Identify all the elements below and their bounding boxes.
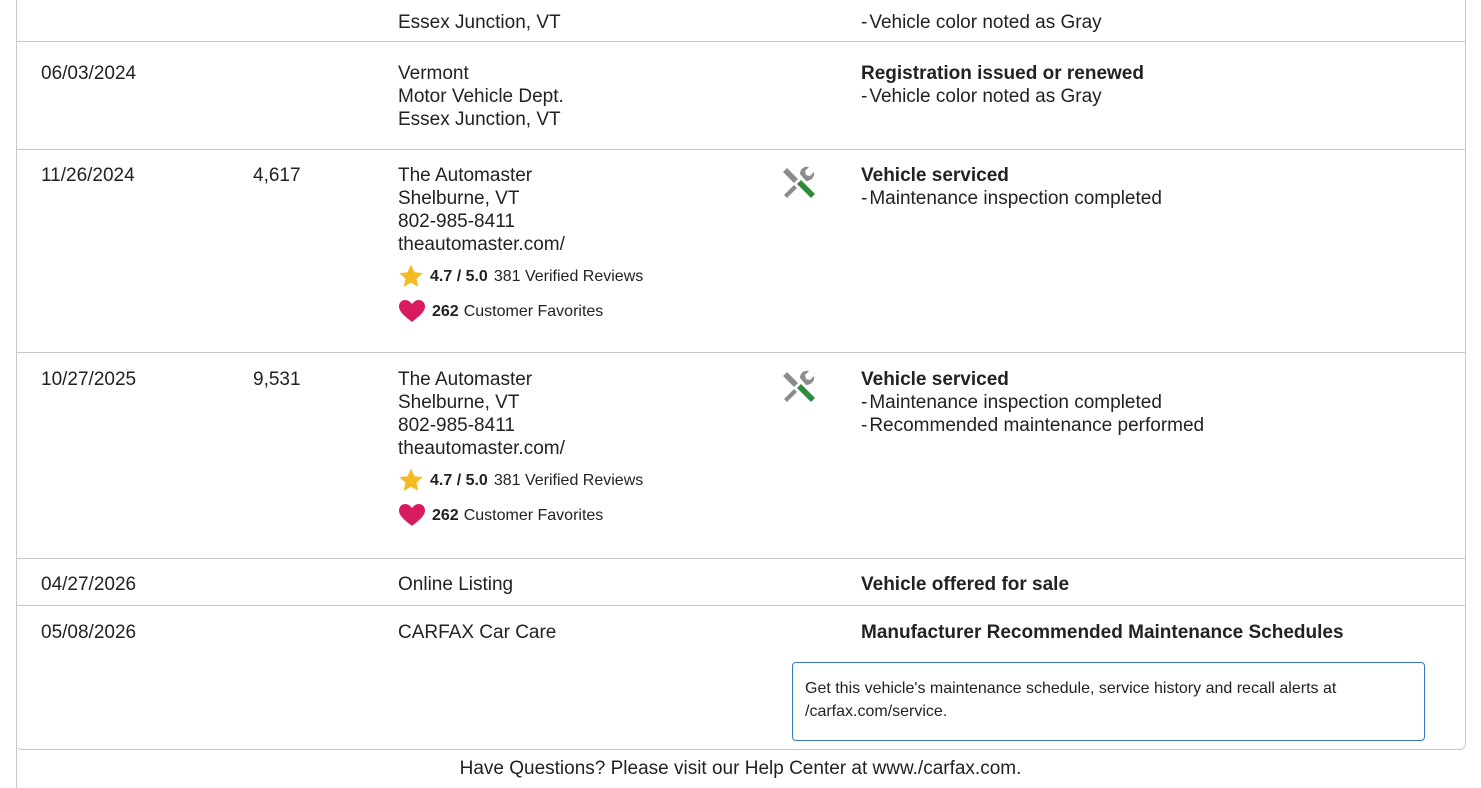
comments-cell: Registration issued or renewed - Vehicle … [861,62,1451,108]
shop-favorites[interactable]: 262 Customer Favorites [398,503,758,527]
comments-cell: Vehicle serviced - Maintenance inspection… [861,164,1451,210]
shop-website[interactable]: theautomaster.com/ [398,437,758,460]
shop-website[interactable]: theautomaster.com/ [398,233,758,256]
source-line: CARFAX Car Care [398,622,557,643]
bullet-dash: - [861,12,868,33]
car-care-text: Get this vehicle's maintenance schedule,… [805,680,1337,720]
rating-score: 4.7 / 5.0 [430,471,488,489]
bullet-dash: - [861,86,868,107]
comments-cell: Vehicle serviced - Maintenance inspection… [861,368,1451,437]
source-line: Motor Vehicle Dept. [398,86,564,107]
source-cell: The Automaster Shelburne, VT 802-985-841… [398,164,758,323]
source-cell: Online Listing [398,573,758,596]
source-cell: Vermont Motor Vehicle Dept. Essex Juncti… [398,62,758,131]
shop-location: Shelburne, VT [398,392,520,413]
shop-phone[interactable]: 802-985-8411 [398,414,758,437]
favorites-count: 262 [432,506,459,524]
source-cell: Essex Junction, VT [398,11,758,34]
bullet-text: Maintenance inspection completed [869,188,1162,209]
shop-rating[interactable]: 4.7 / 5.0 381 Verified Reviews [398,264,758,288]
favorites-label: Customer Favorites [463,506,604,524]
shop-name[interactable]: The Automaster [398,164,758,187]
history-table: Essex Junction, VT - Vehicle color noted … [16,0,1466,750]
comments-cell: Vehicle offered for sale [861,573,1451,596]
source-line: Online Listing [398,574,514,595]
shop-favorites[interactable]: 262 Customer Favorites [398,299,758,323]
bullet-text: Vehicle color noted as Gray [869,86,1102,107]
source-cell: The Automaster Shelburne, VT 802-985-841… [398,368,758,527]
date-cell: 10/27/2025 [41,369,137,390]
comment-bullet: - Recommended maintenance performed [861,414,1451,437]
bullet-text: Maintenance inspection completed [869,392,1162,413]
comment-bullet: - Vehicle color noted as Gray [861,85,1451,108]
shop-phone[interactable]: 802-985-8411 [398,210,758,233]
service-tools-icon [783,166,815,198]
service-tools-icon [783,370,815,402]
shop-location: Shelburne, VT [398,188,520,209]
source-line: Essex Junction, VT [398,12,561,33]
comment-bullet: - Maintenance inspection completed [861,391,1451,414]
comments-cell: Manufacturer Recommended Maintenance Sch… [861,621,1451,644]
rating-score: 4.7 / 5.0 [430,267,488,285]
favorites-label: Customer Favorites [463,302,604,320]
rating-reviews: 381 Verified Reviews [493,267,644,285]
bullet-text: Vehicle color noted as Gray [869,12,1102,33]
odometer-cell: 4,617 [253,165,301,186]
shop-name[interactable]: The Automaster [398,368,758,391]
comments-cell: - Vehicle color noted as Gray [861,11,1451,34]
comment-title: Vehicle serviced [861,165,1009,186]
history-row: 04/27/2026 Online Listing Vehicle offere… [16,559,1465,606]
comment-bullet: - Vehicle color noted as Gray [861,11,1451,34]
date-cell: 04/27/2026 [41,574,137,595]
bullet-dash: - [861,188,868,209]
date-cell: 06/03/2024 [41,63,137,84]
source-line: Vermont [398,63,469,84]
date-cell: 11/26/2024 [41,165,135,186]
bullet-dash: - [861,415,868,436]
comment-bullet: - Maintenance inspection completed [861,187,1451,210]
history-row: 10/27/2025 9,531 The Automaster Shelburn… [16,353,1465,559]
star-icon [399,468,423,491]
bullet-dash: - [861,392,868,413]
history-row: 11/26/2024 4,617 The Automaster Shelburn… [16,150,1465,353]
date-cell: 05/08/2026 [41,622,137,643]
car-care-callout[interactable]: Get this vehicle's maintenance schedule,… [792,662,1425,741]
source-line: Essex Junction, VT [398,109,561,130]
odometer-cell: 9,531 [253,369,301,390]
heart-icon [399,300,425,322]
source-cell: CARFAX Car Care [398,621,758,644]
rating-reviews: 381 Verified Reviews [493,471,644,489]
help-center-text[interactable]: Have Questions? Please visit our Help Ce… [0,757,1481,781]
shop-rating[interactable]: 4.7 / 5.0 381 Verified Reviews [398,468,758,492]
comment-title: Vehicle offered for sale [861,574,1070,595]
heart-icon [399,504,425,526]
history-row: Essex Junction, VT - Vehicle color noted … [16,0,1465,42]
star-icon [399,264,423,287]
comment-title: Vehicle serviced [861,369,1009,390]
bullet-text: Recommended maintenance performed [869,415,1205,436]
comment-title: Registration issued or renewed [861,63,1144,84]
favorites-count: 262 [432,302,459,320]
comment-title: Manufacturer Recommended Maintenance Sch… [861,622,1344,643]
history-row: 06/03/2024 Vermont Motor Vehicle Dept. E… [16,42,1465,150]
